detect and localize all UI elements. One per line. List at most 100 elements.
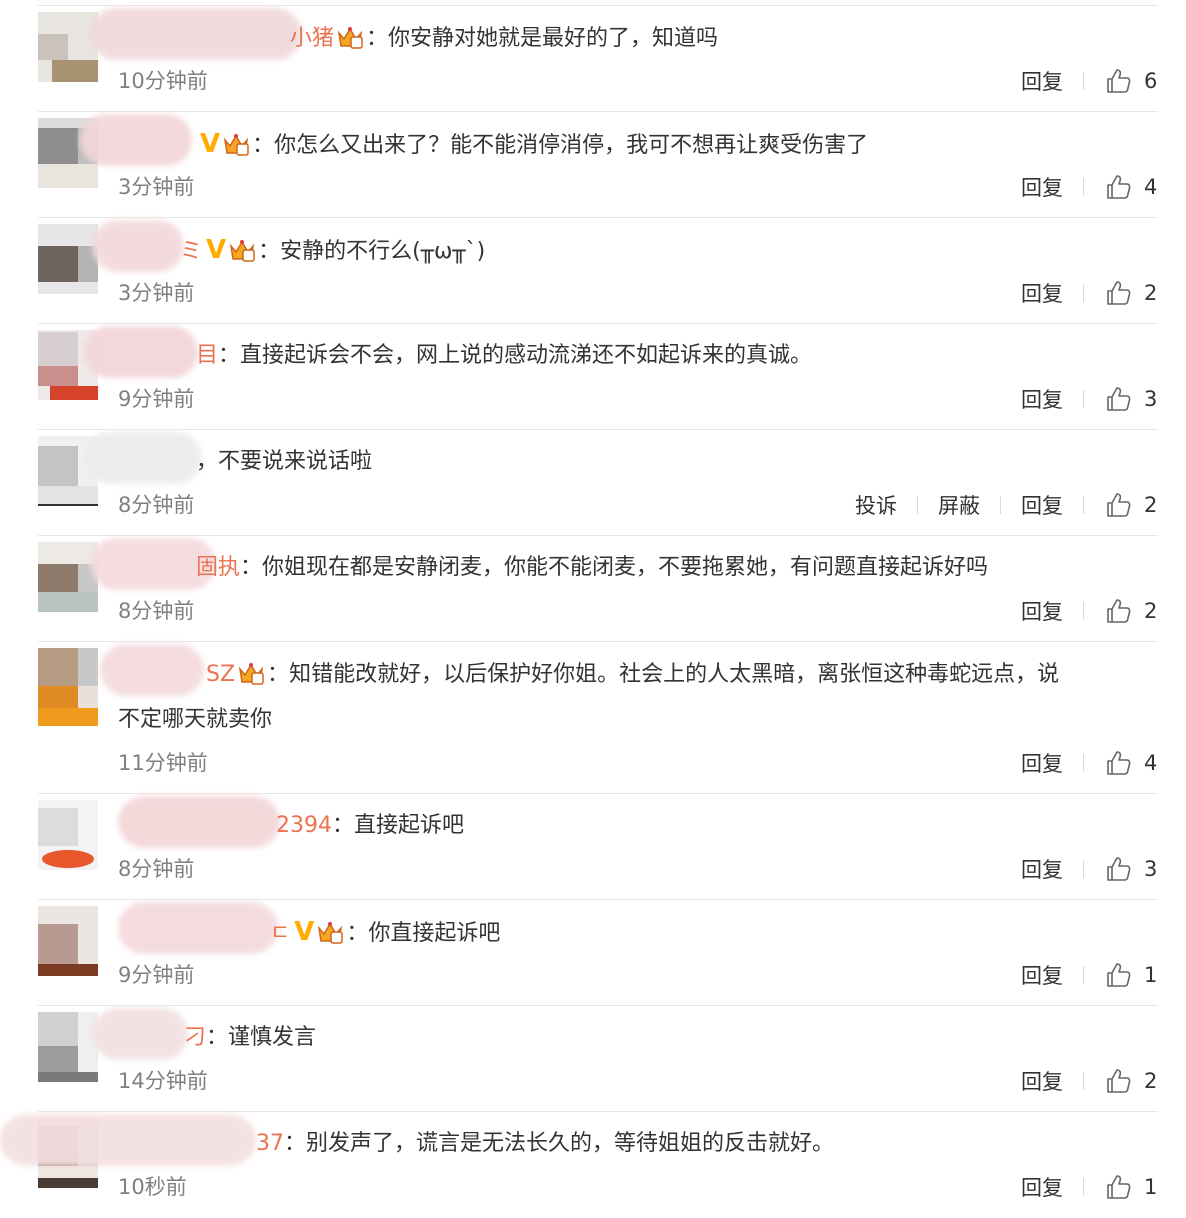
comment-line: 2394：直接起诉吧 bbox=[276, 813, 465, 838]
thumbs-up-icon bbox=[1107, 69, 1131, 93]
comment-item: 固执：你姐现在都是安静闭麦，你能不能闭麦，不要拖累她，有问题直接起诉好吗 8分钟… bbox=[0, 536, 1186, 642]
comment-actions: 回复 3 bbox=[1021, 384, 1158, 414]
vip-badge: V bbox=[294, 917, 315, 947]
action-divider bbox=[1083, 602, 1084, 620]
action-divider bbox=[1083, 178, 1084, 196]
comment-line: ミ V ：安静的不行么(╥ω╥`) bbox=[180, 235, 486, 265]
comment-item: ミ V ：安静的不行么(╥ω╥`) 3分钟前 回复 2 bbox=[0, 218, 1186, 324]
comment-line: 刁：谨慎发言 bbox=[184, 1025, 317, 1050]
comment-line: 目：直接起诉会不会，网上说的感动流涕还不如起诉来的真诚。 bbox=[196, 343, 813, 368]
user-name[interactable]: SZ bbox=[206, 662, 235, 687]
reply-button[interactable]: 回复 bbox=[1021, 960, 1063, 990]
like-count: 4 bbox=[1144, 175, 1158, 199]
like-button[interactable]: 4 bbox=[1104, 173, 1158, 201]
comment-time: 3分钟前 bbox=[118, 175, 195, 199]
reply-button[interactable]: 回复 bbox=[1021, 748, 1063, 778]
reply-button[interactable]: 回复 bbox=[1021, 278, 1063, 308]
comment-actions: 回复 1 bbox=[1021, 960, 1158, 990]
reply-button[interactable]: 回复 bbox=[1021, 384, 1063, 414]
user-name[interactable]: 37 bbox=[256, 1131, 284, 1156]
action-divider bbox=[1083, 284, 1084, 302]
comment-line: ㄷ V ：你直接起诉吧 bbox=[270, 917, 501, 947]
comment-item: 小猪 ：你安静对她就是最好的了，知道吗 10分钟前 回复 6 bbox=[0, 6, 1186, 112]
avatar[interactable] bbox=[38, 12, 98, 82]
comment-text: 你姐现在都是安静闭麦，你能不能闭麦，不要拖累她，有问题直接起诉好吗 bbox=[262, 555, 989, 580]
action-divider bbox=[1083, 496, 1084, 514]
like-button[interactable]: 4 bbox=[1104, 749, 1158, 777]
like-button[interactable]: 3 bbox=[1104, 385, 1158, 413]
like-button[interactable]: 2 bbox=[1104, 279, 1158, 307]
like-button[interactable]: 2 bbox=[1104, 1067, 1158, 1095]
action-divider bbox=[1083, 754, 1084, 772]
comment-actions: 回复 2 bbox=[1021, 596, 1158, 626]
user-name[interactable]: ミ bbox=[180, 239, 202, 264]
comment-text: 不要说来说话啦 bbox=[218, 449, 373, 474]
reply-button[interactable]: 回复 bbox=[1021, 1066, 1063, 1096]
user-name[interactable]: 固执 bbox=[196, 555, 240, 580]
comment-line: V ：你怎么又出来了？能不能消停消停，我可不想再让爽受伤害了 bbox=[200, 129, 869, 159]
comment-time: 9分钟前 bbox=[118, 963, 195, 987]
avatar[interactable] bbox=[38, 648, 98, 726]
like-button[interactable]: 2 bbox=[1104, 597, 1158, 625]
vip-badge: V bbox=[200, 129, 221, 159]
comment-line: SZ ：知错能改就好，以后保护好你姐。社会上的人太黑暗，离张恒这种毒蛇远点，说 bbox=[206, 662, 1060, 687]
user-name[interactable]: 目 bbox=[196, 343, 218, 368]
reply-button[interactable]: 回复 bbox=[1021, 1172, 1063, 1202]
user-name[interactable]: ㄷ bbox=[270, 921, 290, 946]
thumbs-up-icon bbox=[1107, 599, 1131, 623]
thumbs-up-icon bbox=[1107, 175, 1131, 199]
like-button[interactable]: 1 bbox=[1104, 1173, 1158, 1201]
action-divider bbox=[1083, 860, 1084, 878]
reply-button[interactable]: 回复 bbox=[1021, 172, 1063, 202]
comment-actions: 回复 2 bbox=[1021, 278, 1158, 308]
like-count: 2 bbox=[1144, 493, 1158, 517]
like-button[interactable]: 6 bbox=[1104, 67, 1158, 95]
avatar[interactable] bbox=[38, 542, 98, 612]
comment-time: 3分钟前 bbox=[118, 281, 195, 305]
action-divider bbox=[1083, 390, 1084, 408]
action-divider bbox=[1083, 966, 1084, 984]
reply-button[interactable]: 回复 bbox=[1021, 854, 1063, 884]
reply-button[interactable]: 回复 bbox=[1021, 66, 1063, 96]
user-name[interactable]: 刁 bbox=[184, 1025, 206, 1050]
comment-time: 9分钟前 bbox=[118, 387, 195, 411]
avatar[interactable] bbox=[38, 906, 98, 976]
like-count: 4 bbox=[1144, 751, 1158, 775]
avatar[interactable] bbox=[38, 224, 98, 294]
comment-line: 小猪 ：你安静对她就是最好的了，知道吗 bbox=[290, 26, 719, 51]
name-blur bbox=[92, 1008, 188, 1060]
name-blur bbox=[92, 220, 184, 272]
thumbs-up-icon bbox=[1107, 281, 1131, 305]
like-count: 6 bbox=[1144, 69, 1158, 93]
comment-item: ㄷ V ：你直接起诉吧 9分钟前 回复 1 bbox=[0, 900, 1186, 1006]
comment-line: 37：别发声了，谎言是无法长久的，等待姐姐的反击就好。 bbox=[256, 1131, 835, 1156]
action-divider bbox=[917, 496, 918, 514]
report-button[interactable]: 投诉 bbox=[855, 490, 897, 520]
reply-button[interactable]: 回复 bbox=[1021, 596, 1063, 626]
like-button[interactable]: 2 bbox=[1104, 491, 1158, 519]
comment-item: ，不要说来说话啦 8分钟前 投诉 屏蔽 回复 2 bbox=[0, 430, 1186, 536]
user-name[interactable]: 小猪 bbox=[290, 26, 334, 51]
avatar[interactable] bbox=[38, 800, 98, 870]
comment-actions: 回复 6 bbox=[1021, 66, 1158, 96]
name-blur bbox=[100, 644, 204, 696]
like-button[interactable]: 1 bbox=[1104, 961, 1158, 989]
action-divider bbox=[1083, 72, 1084, 90]
avatar[interactable] bbox=[38, 1012, 98, 1082]
block-button[interactable]: 屏蔽 bbox=[938, 490, 980, 520]
comment-time: 14分钟前 bbox=[118, 1069, 208, 1093]
thumbs-up-icon bbox=[1107, 963, 1131, 987]
action-divider bbox=[1083, 1178, 1084, 1196]
user-name[interactable]: 2394 bbox=[276, 813, 332, 838]
comment-text: 你安静对她就是最好的了，知道吗 bbox=[388, 26, 719, 51]
comment-text-continued: 不定哪天就卖你 bbox=[118, 707, 273, 732]
comment-time: 8分钟前 bbox=[118, 493, 195, 517]
like-button[interactable]: 3 bbox=[1104, 855, 1158, 883]
name-blur bbox=[84, 326, 198, 378]
comment-item: SZ ：知错能改就好，以后保护好你姐。社会上的人太黑暗，离张恒这种毒蛇远点，说 不… bbox=[0, 642, 1186, 794]
comment-item: 37：别发声了，谎言是无法长久的，等待姐姐的反击就好。 10秒前 回复 1 bbox=[0, 1112, 1186, 1218]
reply-button[interactable]: 回复 bbox=[1021, 490, 1063, 520]
crown-icon bbox=[229, 240, 255, 262]
comment-actions: 投诉 屏蔽 回复 2 bbox=[855, 490, 1158, 520]
comment-actions: 回复 3 bbox=[1021, 854, 1158, 884]
